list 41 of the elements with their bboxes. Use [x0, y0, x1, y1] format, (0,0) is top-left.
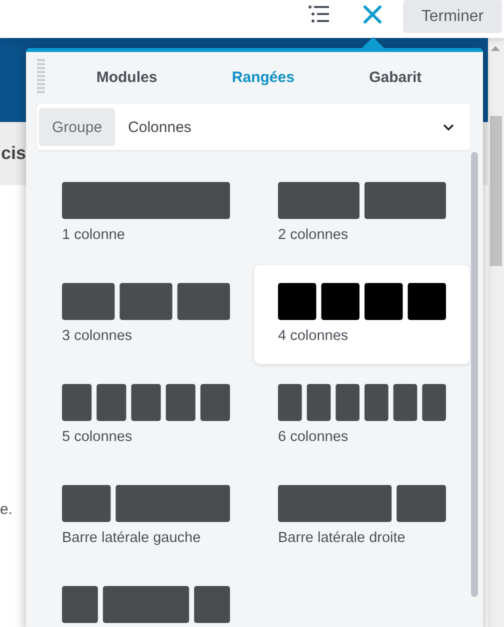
columns-icon	[62, 182, 230, 219]
group-label: Groupe	[39, 108, 116, 146]
layout-label: 4 colonnes	[278, 328, 350, 344]
layout-label: 2 colonnes	[278, 227, 350, 243]
row-layout-option[interactable]: Barre latérale gauche	[38, 467, 254, 566]
layout-label: Barre latérale gauche	[62, 530, 202, 546]
columns-icon	[278, 182, 446, 219]
scrollbar-thumb[interactable]	[490, 116, 502, 266]
columns-icon	[278, 384, 446, 421]
row-layout-option[interactable]: 3 colonnes	[38, 265, 254, 364]
columns-icon	[278, 283, 446, 320]
layout-label: 1 colonne	[62, 227, 126, 243]
row-layout-option[interactable]: 1 colonne	[38, 164, 254, 263]
columns-icon	[62, 485, 230, 522]
layout-label: 3 colonnes	[62, 328, 134, 344]
columns-icon	[62, 384, 230, 421]
scrollbar-thumb[interactable]	[471, 152, 478, 597]
list-icon[interactable]	[308, 5, 330, 23]
close-icon[interactable]	[363, 4, 382, 24]
chevron-down-icon	[443, 124, 454, 130]
row-layout-option[interactable]: 6 colonnes	[254, 366, 470, 465]
tab[interactable]: Modules	[90, 64, 164, 90]
layout-label: 5 colonnes	[62, 429, 134, 445]
row-layout-option[interactable]: 5 colonnes	[38, 366, 254, 465]
columns-icon	[278, 485, 446, 522]
row-layout-option[interactable]: 4 colonnes	[254, 265, 470, 364]
columns-icon	[62, 283, 230, 320]
group-select[interactable]: Groupe Colonnes	[37, 104, 470, 150]
done-button[interactable]: Terminer	[403, 0, 502, 33]
row-layout-option[interactable]: 2 colonnes	[254, 164, 470, 263]
select-value: Colonnes	[127, 118, 192, 136]
layout-label: 6 colonnes	[278, 429, 350, 445]
layout-label: Barre latérale droite	[278, 530, 406, 546]
page-scrollbar[interactable]	[488, 38, 504, 627]
drag-handle-icon[interactable]	[37, 59, 45, 95]
page-text: e.	[0, 501, 13, 518]
columns-icon	[62, 586, 230, 623]
page-heading: cis	[1, 143, 26, 164]
tab[interactable]: Gabarit	[363, 64, 428, 90]
row-layout-option[interactable]: Barre latérale droite	[254, 467, 470, 566]
scroll-up-icon[interactable]	[491, 46, 500, 51]
